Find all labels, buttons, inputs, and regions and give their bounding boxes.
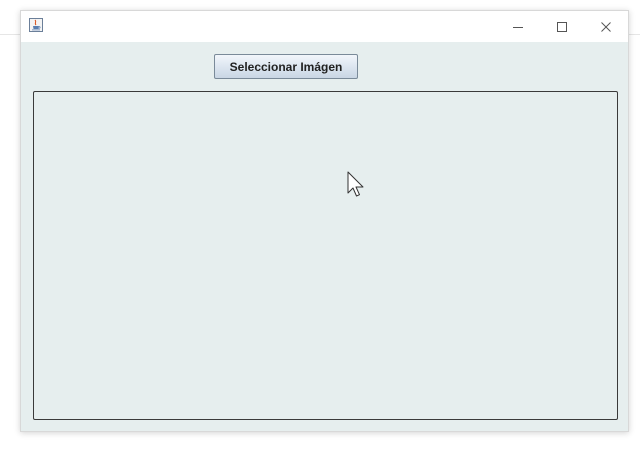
close-button[interactable] xyxy=(584,11,628,42)
minimize-button[interactable] xyxy=(496,11,540,42)
minimize-icon xyxy=(513,26,523,28)
select-image-button[interactable]: Seleccionar Imágen xyxy=(214,54,358,79)
title-bar[interactable] xyxy=(21,11,628,42)
maximize-icon xyxy=(557,21,567,32)
image-display-panel xyxy=(33,91,618,420)
app-window: Seleccionar Imágen xyxy=(20,10,629,432)
mouse-pointer-icon xyxy=(347,171,364,197)
java-coffee-icon xyxy=(29,18,43,32)
desktop: Seleccionar Imágen xyxy=(0,0,640,453)
close-icon xyxy=(601,21,611,32)
maximize-button[interactable] xyxy=(540,11,584,42)
